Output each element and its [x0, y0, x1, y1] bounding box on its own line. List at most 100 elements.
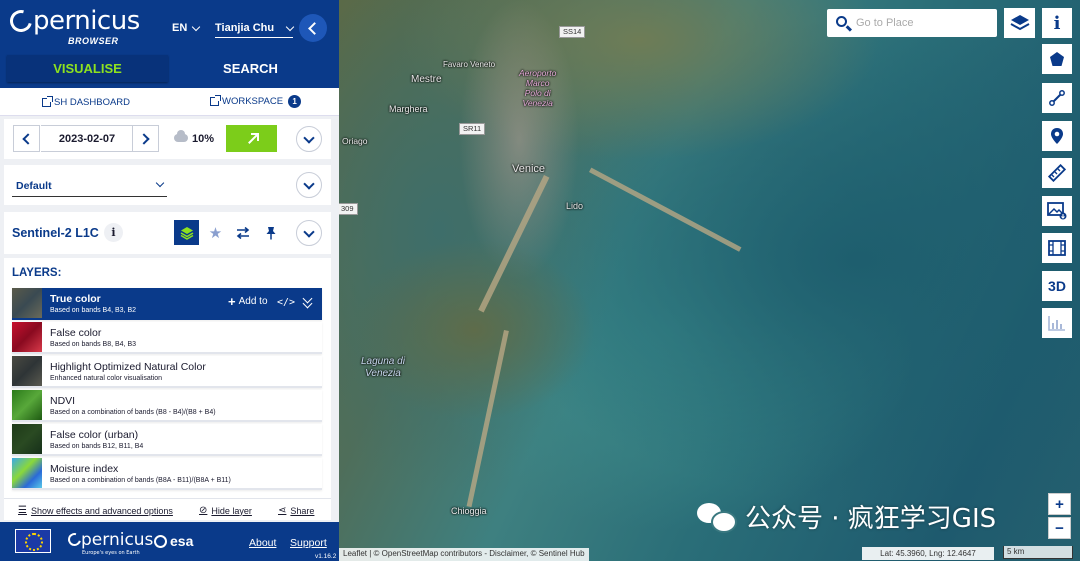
show-effects-link[interactable]: ☰ Show effects and advanced options: [18, 505, 173, 516]
pin-button[interactable]: [258, 220, 283, 245]
links-row: SH DASHBOARD WORKSPACE 1: [0, 88, 339, 116]
image-download-button[interactable]: [1042, 196, 1072, 226]
layer-item-true-color[interactable]: True color Based on bands B4, B3, B2 + Ad…: [12, 288, 322, 320]
copernicus-browser-logo[interactable]: pernicus BROWSER: [5, 5, 140, 46]
code-icon[interactable]: </>: [277, 297, 295, 308]
basemap-layers-button[interactable]: [1004, 8, 1035, 38]
compare-swap-button[interactable]: [230, 220, 255, 245]
map-view[interactable]: Mestre Favaro Veneto Marghera Aeroporto …: [339, 0, 1080, 561]
chevron-down-icon: [155, 178, 165, 188]
hide-layer-link[interactable]: ⊘ Hide layer: [199, 505, 252, 516]
tab-search[interactable]: SEARCH: [170, 55, 331, 82]
layer-item-highlight-optimized[interactable]: Highlight Optimized Natural Color Enhanc…: [12, 356, 322, 388]
expand-collection-button[interactable]: [296, 220, 322, 246]
collapse-sidebar-button[interactable]: [299, 14, 327, 42]
sliders-icon: ☰: [18, 505, 27, 516]
favorite-star-icon[interactable]: ★: [203, 220, 228, 245]
copernicus-ring-icon: [5, 5, 37, 37]
layers-view-button[interactable]: [174, 220, 199, 245]
go-to-place-input[interactable]: [856, 14, 991, 32]
tab-visualise[interactable]: VISUALISE: [7, 55, 168, 82]
cavallino-coastline: [589, 167, 742, 252]
swap-arrows-icon: [236, 226, 249, 239]
road-label-sr11: SR11: [459, 123, 486, 135]
wechat-watermark: 公众号 · 疯狂学习GIS: [697, 498, 996, 535]
eu-flag-logo: [15, 529, 51, 553]
cursor-coordinates: Lat: 45.3960, Lng: 12.4647: [862, 547, 994, 560]
map-label-marghera: Marghera: [389, 104, 428, 114]
workspace-link[interactable]: WORKSPACE 1: [210, 95, 302, 108]
date-panel: 2023-02-07 10%: [4, 119, 331, 159]
ruler-icon: [1048, 164, 1066, 182]
histogram-button[interactable]: [1042, 308, 1072, 338]
share-icon: ⋖: [278, 505, 287, 516]
road-label-309: 309: [339, 203, 358, 215]
arrow-up-right-icon: [247, 132, 259, 144]
search-date-button[interactable]: [226, 125, 277, 152]
layer-thumbnail: [12, 322, 42, 352]
pentagon-icon: [1050, 52, 1064, 66]
expand-style-panel-button[interactable]: [296, 172, 322, 198]
draw-polygon-button[interactable]: [1042, 44, 1072, 74]
sidebar: pernicus BROWSER EN Tianjia Chu VISUALIS…: [0, 0, 339, 561]
bar-chart-icon: [1048, 316, 1065, 331]
measure-button[interactable]: [1042, 158, 1072, 188]
place-marker-button[interactable]: [1042, 121, 1072, 151]
road-label-ss14: SS14: [559, 26, 586, 38]
map-attribution[interactable]: Leaflet | © OpenStreetMap contributors -…: [339, 548, 589, 561]
copernicus-footer-logo: pernicus Europe's eyes on Earth: [65, 530, 153, 556]
add-to-workspace-button[interactable]: + Add to: [228, 295, 268, 308]
layer-item-ndvi[interactable]: NDVI Based on a combination of bands (B8…: [12, 390, 322, 422]
map-label-laguna: Laguna di Venezia: [361, 356, 405, 379]
map-label-venice: Venice: [512, 163, 546, 175]
location-pin-icon: [1051, 128, 1063, 144]
date-input[interactable]: 2023-02-07: [41, 125, 133, 152]
support-link[interactable]: Support: [290, 537, 327, 549]
workspace-count-badge: 1: [288, 95, 302, 108]
next-date-button[interactable]: [132, 125, 159, 152]
chevron-down-icon: [285, 22, 295, 31]
layer-item-false-color-urban[interactable]: False color (urban) Based on bands B12, …: [12, 424, 322, 456]
style-panel: Default: [4, 165, 331, 205]
top-bar: pernicus BROWSER EN Tianjia Chu VISUALIS…: [0, 0, 339, 88]
double-chevron-down-icon[interactable]: [302, 295, 314, 309]
expand-date-panel-button[interactable]: [296, 126, 322, 152]
about-link[interactable]: About: [249, 537, 276, 549]
timelapse-button[interactable]: [1042, 233, 1072, 263]
external-link-icon: [42, 96, 53, 107]
3d-view-button[interactable]: 3D: [1042, 271, 1072, 301]
collection-info-button[interactable]: i: [104, 223, 123, 242]
scale-bar: 5 km: [1003, 546, 1073, 559]
map-label-chioggia: Chioggia: [451, 506, 487, 516]
theme-select[interactable]: Default: [12, 176, 167, 197]
external-link-icon: [210, 95, 221, 106]
layer-thumbnail: [12, 424, 42, 454]
collection-panel: Sentinel-2 L1C i ★: [4, 212, 331, 254]
sh-dashboard-link[interactable]: SH DASHBOARD: [42, 96, 130, 108]
layer-item-moisture-index[interactable]: Moisture index Based on a combination of…: [12, 458, 322, 490]
cloud-icon: [174, 130, 188, 142]
language-selector[interactable]: EN: [172, 22, 201, 34]
draw-line-button[interactable]: [1042, 83, 1072, 113]
previous-date-button[interactable]: [13, 125, 40, 152]
user-menu[interactable]: Tianjia Chu: [215, 22, 295, 38]
wechat-icon: [697, 501, 737, 533]
share-link[interactable]: ⋖ Share: [278, 505, 314, 516]
layer-thumbnail: [12, 458, 42, 488]
map-label-lido: Lido: [566, 201, 584, 211]
version-label: v1.16.2: [315, 553, 337, 560]
eye-slash-icon: ⊘: [199, 505, 208, 516]
info-button[interactable]: i: [1042, 8, 1072, 38]
layers-panel: LAYERS: True color Based on bands B4, B3…: [4, 258, 331, 498]
line-icon: [1049, 90, 1065, 106]
film-icon: [1048, 240, 1066, 256]
esa-logo: esa: [154, 533, 193, 549]
pin-icon: [266, 226, 275, 239]
layer-item-false-color[interactable]: False color Based on bands B8, B4, B3: [12, 322, 322, 354]
collection-name: Sentinel-2 L1C: [12, 226, 99, 240]
cloud-coverage-value[interactable]: 10%: [192, 133, 214, 145]
lido-coastline: [478, 175, 550, 313]
zoom-in-button[interactable]: +: [1048, 493, 1071, 515]
logo-subtitle: BROWSER: [68, 36, 119, 46]
zoom-out-button[interactable]: −: [1048, 517, 1071, 539]
